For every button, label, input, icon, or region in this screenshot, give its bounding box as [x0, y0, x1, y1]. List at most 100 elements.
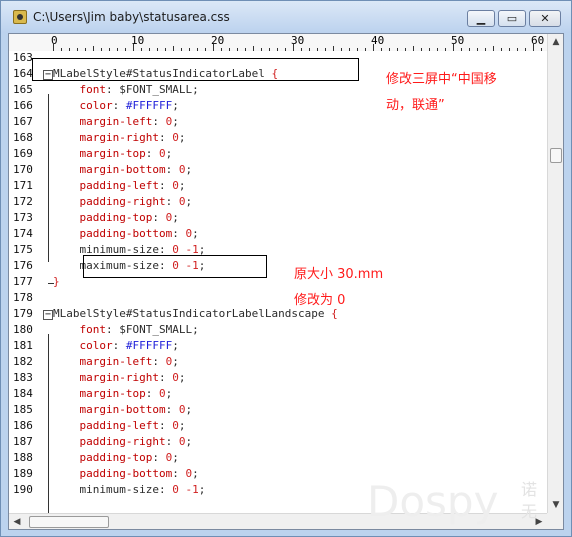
minimize-button[interactable]: ▁: [467, 10, 495, 27]
watermark-cn: 诺 无: [521, 479, 537, 523]
code-token: }: [53, 275, 60, 288]
code-line[interactable]: minimum-size: 0 -1;: [53, 483, 205, 496]
code-token: :: [165, 435, 179, 448]
code-token: ;: [198, 483, 206, 496]
code-token: :: [165, 195, 179, 208]
code-line[interactable]: font: $FONT_SMALL;: [53, 83, 199, 96]
code-token: font: [53, 83, 106, 96]
line-number: 183: [13, 371, 33, 384]
code-editor[interactable]: 163 164− MLabelStyle#StatusIndicatorLabel …: [9, 51, 547, 514]
code-token: 0: [172, 419, 179, 432]
close-button[interactable]: ✕: [529, 10, 561, 27]
ruler-label: 40: [371, 34, 385, 47]
line-number: 169: [13, 147, 33, 160]
code-token: ;: [172, 99, 179, 112]
code-token: :: [158, 131, 173, 144]
line-number: 182: [13, 355, 33, 368]
ruler-label: 50: [451, 34, 465, 47]
code-token: margin-left: [53, 115, 153, 128]
code-line[interactable]: margin-bottom: 0;: [53, 403, 192, 416]
code-token: #FFFFFF: [125, 99, 173, 112]
code-token: ;: [172, 211, 179, 224]
line-number: 184: [13, 387, 33, 400]
code-line[interactable]: margin-left: 0;: [53, 115, 178, 128]
ruler-label: 60: [531, 34, 545, 47]
code-line[interactable]: MLabelStyle#StatusIndicatorLabelLandscap…: [53, 307, 338, 320]
code-token: :: [152, 115, 166, 128]
fold-line-2: [48, 334, 49, 514]
code-line[interactable]: padding-top: 0;: [53, 211, 179, 224]
code-token: ;: [172, 451, 179, 464]
highlight-box-maximum-size: [83, 255, 267, 278]
code-line[interactable]: color: #FFFFFF;: [53, 339, 178, 352]
fold-line-1: [48, 94, 49, 262]
code-line[interactable]: padding-left: 0;: [53, 419, 185, 432]
code-token: margin-left: [53, 355, 153, 368]
code-token: margin-bottom: [53, 403, 166, 416]
code-token: ;: [185, 403, 193, 416]
code-token: ;: [192, 227, 199, 240]
line-number: 189: [13, 467, 33, 480]
scroll-up-icon[interactable]: ▲: [548, 34, 563, 50]
editor-window: C:\Users\Jim baby\statusarea.css ▁ ▭ ✕ 0…: [0, 0, 572, 537]
code-line[interactable]: margin-top: 0;: [53, 387, 172, 400]
fold-collapse-icon[interactable]: −: [43, 310, 53, 320]
title-bar[interactable]: C:\Users\Jim baby\statusarea.css ▁ ▭ ✕: [1, 1, 571, 33]
code-token: ;: [165, 387, 173, 400]
code-line[interactable]: font: $FONT_SMALL;: [53, 323, 198, 336]
file-icon: [13, 10, 27, 24]
scroll-left-icon[interactable]: ◀: [9, 514, 25, 529]
code-token: {: [331, 307, 338, 320]
line-number: 188: [13, 451, 33, 464]
code-token: :: [145, 147, 159, 160]
code-token: color: [53, 339, 113, 352]
vertical-scroll-thumb[interactable]: [550, 148, 562, 163]
ruler-label: 10: [131, 34, 145, 47]
vertical-scrollbar[interactable]: ▲ ▼: [547, 34, 563, 513]
code-token: padding-right: [53, 435, 166, 448]
annotation-note-1-line-1: 修改三屏中“中国移: [386, 72, 497, 87]
code-token: : $FONT_SMALL;: [105, 83, 199, 96]
annotation-note-2-line-2: 修改为 0: [294, 293, 346, 308]
line-number: 185: [13, 403, 33, 416]
horizontal-scroll-thumb[interactable]: [29, 516, 109, 528]
code-line[interactable]: padding-bottom: 0;: [53, 227, 199, 240]
code-token: :: [158, 371, 173, 384]
code-token: :: [165, 163, 179, 176]
code-token: margin-top: [53, 387, 146, 400]
code-token: padding-top: [53, 451, 153, 464]
code-line[interactable]: margin-bottom: 0;: [53, 163, 192, 176]
code-token: ;: [192, 467, 199, 480]
code-line[interactable]: margin-right: 0;: [53, 371, 185, 384]
code-line[interactable]: }: [53, 275, 60, 288]
code-token: :: [158, 483, 173, 496]
scroll-down-icon[interactable]: ▼: [548, 497, 563, 513]
ruler-label: 30: [291, 34, 305, 47]
code-line[interactable]: margin-right: 0;: [53, 131, 185, 144]
code-line[interactable]: margin-top: 0;: [53, 147, 172, 160]
column-ruler: 0 10 20 30 40 50 60: [9, 34, 547, 52]
code-line[interactable]: padding-right: 0;: [53, 195, 192, 208]
line-number: 181: [13, 339, 33, 352]
code-token: margin-right: [53, 131, 159, 144]
code-line[interactable]: padding-left: 0;: [53, 179, 185, 192]
code-token: ;: [178, 419, 186, 432]
code-line[interactable]: margin-left: 0;: [53, 355, 178, 368]
maximize-button[interactable]: ▭: [498, 10, 526, 27]
watermark-logo: Dospy: [367, 477, 499, 526]
code-token: margin-top: [53, 147, 146, 160]
line-number: 190: [13, 483, 33, 496]
line-number: 166: [13, 99, 33, 112]
code-line[interactable]: color: #FFFFFF;: [53, 99, 179, 112]
code-token: :: [158, 419, 173, 432]
code-line[interactable]: padding-right: 0;: [53, 435, 192, 448]
code-token: ;: [178, 179, 186, 192]
line-number: 186: [13, 419, 33, 432]
resize-grip[interactable]: [547, 513, 563, 529]
code-line[interactable]: padding-top: 0;: [53, 451, 179, 464]
watermark-cn-line-1: 诺: [521, 480, 538, 499]
code-token: 0: [172, 131, 179, 144]
line-number: 180: [13, 323, 33, 336]
code-line[interactable]: padding-bottom: 0;: [53, 467, 199, 480]
code-token: ;: [185, 163, 193, 176]
